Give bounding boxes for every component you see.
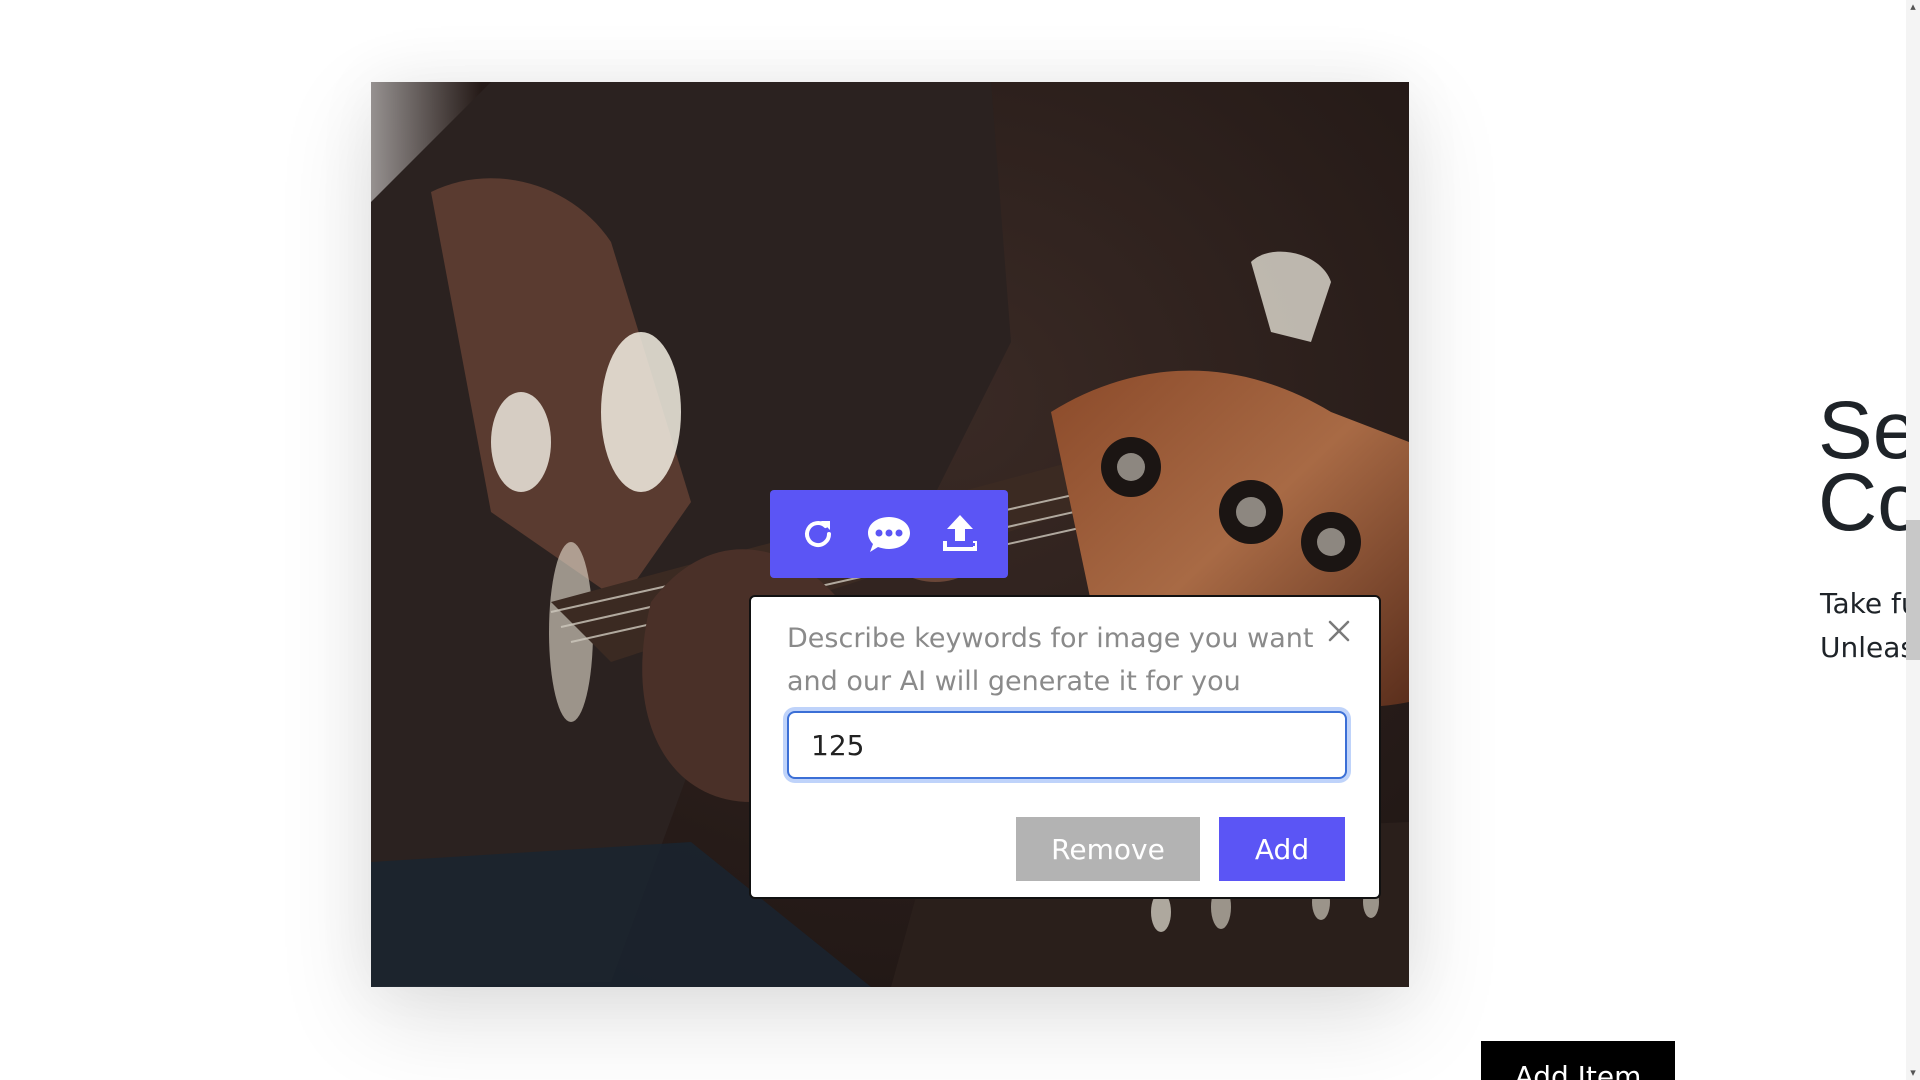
vertical-scrollbar[interactable]: ▴ ▾ [1906, 0, 1920, 1080]
close-icon [1328, 620, 1350, 642]
ai-generate-dialog: Describe keywords for image you want and… [749, 595, 1381, 899]
add-button[interactable]: Add [1219, 817, 1345, 881]
refresh-icon [804, 521, 831, 548]
regenerate-button[interactable] [788, 504, 848, 564]
page: Describe keywords for image you want and… [0, 0, 1920, 1080]
upload-icon [943, 515, 978, 551]
speech-bubble-icon [867, 517, 910, 552]
scrollbar-thumb[interactable] [1906, 520, 1920, 660]
scroll-down-icon[interactable]: ▾ [1907, 1067, 1919, 1079]
section-heading: Se Co [1818, 390, 1920, 544]
keyword-input[interactable] [787, 711, 1347, 779]
section-description: Take fu Unleas [1820, 582, 1919, 670]
image-toolbar [770, 490, 1008, 578]
comment-button[interactable] [859, 504, 919, 564]
remove-button[interactable]: Remove [1016, 817, 1200, 881]
upload-button[interactable] [930, 504, 990, 564]
scroll-up-icon[interactable]: ▴ [1907, 1, 1919, 13]
section-description-line2: Unleas [1820, 631, 1915, 664]
dialog-prompt-text: Describe keywords for image you want and… [787, 623, 1314, 697]
section-heading-line2: Co [1818, 457, 1920, 548]
add-item-button[interactable]: Add Item [1481, 1041, 1675, 1080]
section-description-line1: Take fu [1820, 587, 1919, 620]
close-button[interactable] [1321, 613, 1357, 649]
